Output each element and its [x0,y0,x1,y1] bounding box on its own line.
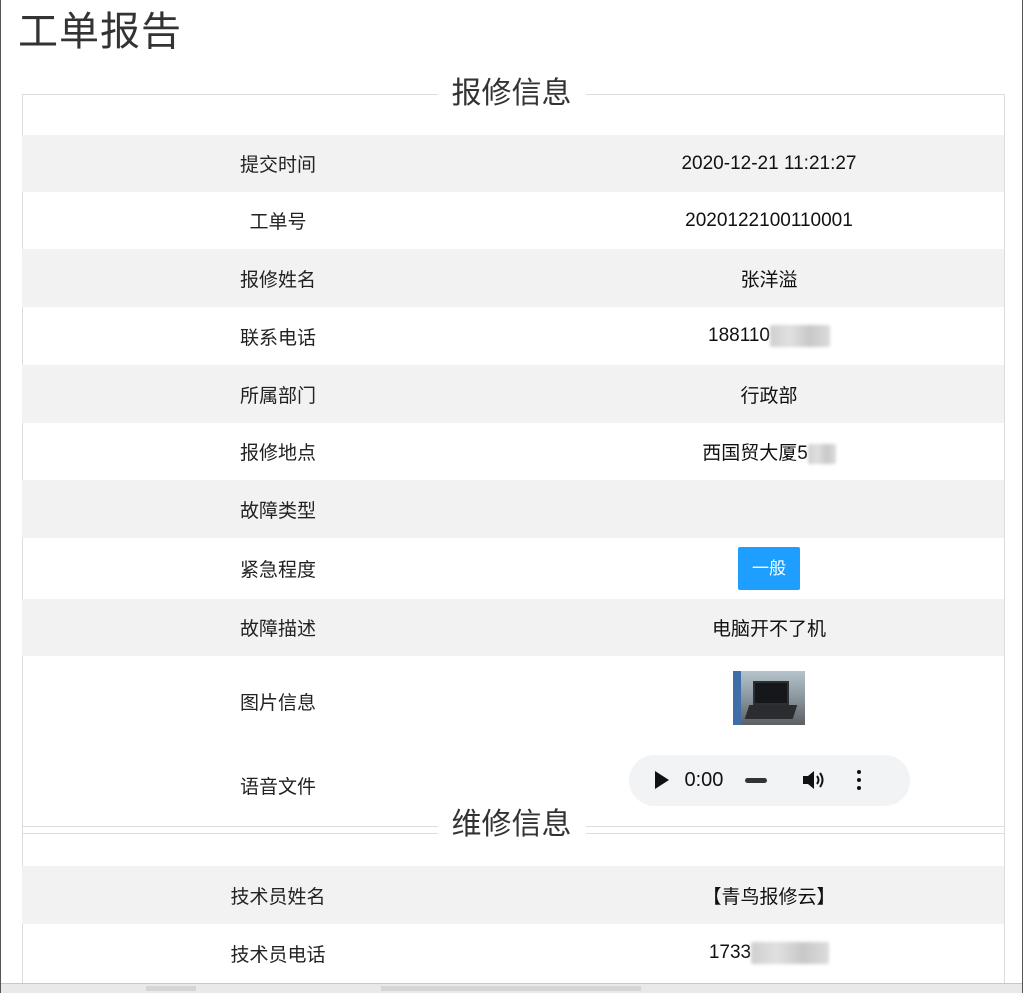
redaction-blur [770,324,830,347]
table-row: 语音文件 0:00 [22,746,1004,824]
phone-value: 188110 [534,324,1004,347]
table-row: 所属部门 行政部 [22,365,1004,423]
table-row: 技术员姓名 【青鸟报修云】 [22,866,1004,924]
row-label: 报修姓名 [239,268,316,291]
table-row: 提交时间 2020-12-21 11:21:27 [22,135,1004,192]
row-value: 2020-12-21 11:21:27 [681,152,857,174]
row-label: 报修地点 [239,442,316,464]
laptop-keyboard [744,705,798,719]
table-row: 紧急程度 一般 [22,538,1004,599]
row-value: 电脑开不了机 [711,619,826,640]
row-label: 语音文件 [239,775,316,798]
audio-progress-bar[interactable] [745,777,768,783]
row-label: 技术员电话 [230,943,326,966]
row-label: 图片信息 [239,691,316,714]
page-title: 工单报告 [18,9,182,55]
redaction-blur [751,941,830,964]
row-label: 提交时间 [239,154,316,176]
row-label: 所属部门 [239,384,316,407]
table-row: 报修姓名 张洋溢 [22,249,1004,307]
row-label: 故障类型 [239,499,316,522]
audio-player[interactable]: 0:00 [628,754,910,806]
repair-info-table: 提交时间 2020-12-21 11:21:27 工单号 20201221001… [22,135,1004,824]
location-value: 西国贸大厦5 [534,438,1004,465]
table-row: 报修地点 西国贸大厦5 [22,423,1004,480]
volume-icon[interactable] [801,769,827,791]
image-value [534,671,1004,731]
maintenance-info-table: 技术员姓名 【青鸟报修云】 技术员电话 1733 [22,866,1004,982]
row-value-text: 西国贸大厦5 [702,443,808,464]
table-row: 技术员电话 1733 [22,924,1004,982]
more-vertical-icon[interactable] [857,770,862,790]
row-label: 故障描述 [239,618,316,640]
audio-value: 0:00 [534,754,1004,806]
row-label: 紧急程度 [239,559,316,581]
table-row: 联系电话 188110 [22,307,1004,365]
row-label: 技术员姓名 [230,885,326,908]
row-value: 202012210011000​1 [685,209,853,231]
table-row: 工单号 202012210011000​1 [22,192,1004,249]
photo-background [733,671,741,725]
row-label: 联系电话 [239,326,316,349]
table-row: 图片信息 [22,656,1004,746]
row-value: 行政部 [740,385,798,407]
redaction-blur [807,443,836,464]
urgency-value: 一般 [534,547,1004,590]
horizontal-scrollbar[interactable] [1,983,1022,993]
laptop-photo-thumbnail[interactable] [733,671,805,725]
table-row: 故障类型 [22,480,1004,538]
audio-time: 0:00 [684,768,724,791]
scrollbar-segment [146,986,196,991]
row-value: 张洋溢 [740,269,798,291]
tech-phone-value: 1733 [534,941,1004,964]
play-icon[interactable] [654,771,669,789]
work-order-report-page: 工单报告 报修信息 提交时间 2020-12-21 11:21:27 工单号 2… [0,0,1023,993]
scrollbar-thumb[interactable] [381,986,641,991]
urgency-badge: 一般 [738,547,800,590]
row-label: 工单号 [249,211,307,233]
row-value: 【青鸟报修云】 [702,886,836,908]
table-row: 故障描述 电脑开不了机 [22,599,1004,656]
laptop-screen [753,681,789,705]
row-value-text: 1733 [708,942,752,963]
row-value-text: 188110 [708,325,770,346]
